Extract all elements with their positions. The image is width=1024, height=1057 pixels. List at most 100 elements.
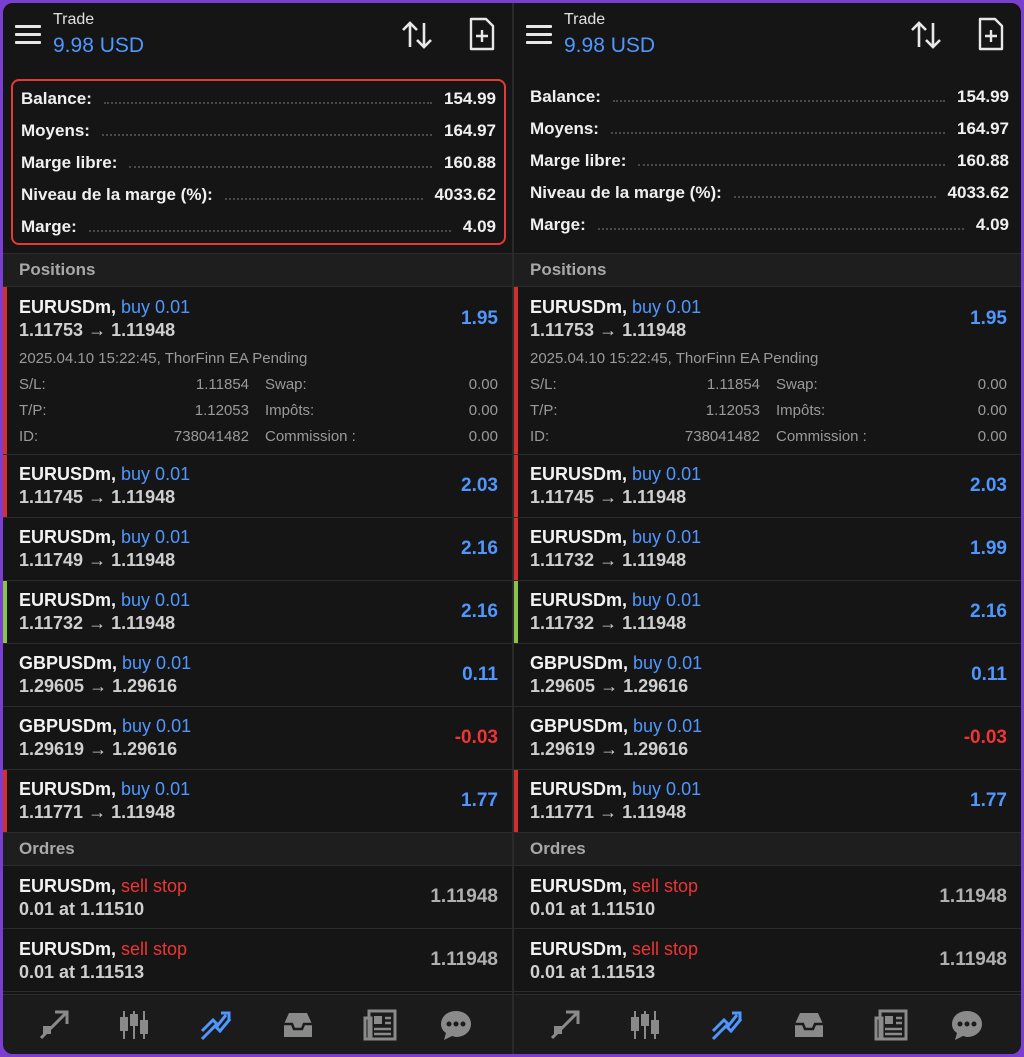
prices-label: 1.29619 → 1.29616: [530, 739, 689, 759]
symbol-label: EURUSDm,: [530, 590, 628, 610]
detail-value: 0.00: [468, 428, 498, 445]
position-row[interactable]: EURUSDm, buy 0.01 1.11732 → 1.11948 1.99: [514, 518, 1021, 581]
profit-value: 2.03: [461, 475, 498, 496]
profit-value: 2.16: [461, 538, 498, 559]
symbol-label: EURUSDm,: [19, 297, 117, 317]
detail-value: 738041482: [173, 428, 249, 445]
position-row[interactable]: EURUSDm, buy 0.01 1.11732 → 1.11948 2.16: [514, 581, 1021, 644]
inbox-icon[interactable]: [792, 1008, 826, 1042]
new-order-icon[interactable]: [468, 17, 496, 51]
order-row[interactable]: EURUSDm, sell stop 0.01 at 1.11510 1.11948: [514, 866, 1021, 929]
dotted-leader: [129, 166, 432, 168]
account-row: Niveau de la marge (%): 4033.62: [21, 179, 496, 211]
position-row[interactable]: EURUSDm, buy 0.01 1.11745 → 1.11948 2.03: [514, 455, 1021, 518]
symbol-label: EURUSDm,: [19, 527, 117, 547]
account-row: Balance: 154.99: [21, 83, 496, 115]
account-label: Moyens:: [21, 121, 90, 140]
account-label: Balance:: [21, 89, 92, 108]
chat-icon[interactable]: [439, 1008, 473, 1042]
chart-trend-icon[interactable]: [548, 1008, 582, 1042]
news-icon[interactable]: [874, 1008, 908, 1042]
order-price: 1.11948: [939, 949, 1007, 970]
account-summary: Balance: 154.99 Moyens: 164.97 Marge libre: 1…: [522, 79, 1017, 245]
detail-value: 1.11854: [706, 376, 760, 393]
position-row[interactable]: EURUSDm, buy 0.01 1.11771 → 1.11948 1.77: [3, 770, 512, 833]
account-value: 164.97: [444, 121, 496, 140]
order-row[interactable]: EURUSDm, sell stop 0.01 at 1.11513 1.11948: [514, 929, 1021, 992]
position-expanded[interactable]: EURUSDm, buy 0.01 1.11753 → 1.11948 1.95…: [3, 287, 512, 455]
side-label: buy 0.01: [632, 590, 702, 610]
prices-label: 1.11749 → 1.11948: [19, 550, 176, 570]
position-row[interactable]: EURUSDm, buy 0.01 1.11745 → 1.11948 2.03: [3, 455, 512, 518]
profit-value: -0.03: [963, 727, 1007, 748]
sort-icon[interactable]: [400, 19, 434, 51]
trade-icon[interactable]: [199, 1008, 233, 1042]
detail-key: Commission :: [265, 428, 356, 445]
account-label: Niveau de la marge (%):: [530, 183, 722, 202]
candlestick-icon[interactable]: [117, 1008, 151, 1042]
order-qty-label: 0.01 at 1.11510: [19, 899, 145, 919]
detail-value: 1.12053: [194, 402, 249, 419]
account-row: Marge libre: 160.88: [530, 145, 1009, 177]
position-row[interactable]: GBPUSDm, buy 0.01 1.29605 → 1.29616 0.11: [514, 644, 1021, 707]
position-row[interactable]: EURUSDm, buy 0.01 1.11771 → 1.11948 1.77: [514, 770, 1021, 833]
profit-value: 1.99: [970, 538, 1007, 559]
profit-value: 0.11: [462, 664, 498, 685]
position-expanded[interactable]: EURUSDm, buy 0.01 1.11753 → 1.11948 1.95…: [514, 287, 1021, 455]
position-marker: [514, 455, 518, 517]
dotted-leader: [610, 132, 945, 134]
symbol-label: GBPUSDm,: [530, 716, 629, 736]
profit-value: 1.95: [970, 308, 1007, 329]
menu-icon[interactable]: [526, 25, 552, 45]
account-label: Marge:: [21, 217, 77, 236]
candlestick-icon[interactable]: [628, 1008, 662, 1042]
position-row[interactable]: GBPUSDm, buy 0.01 1.29619 → 1.29616 -0.03: [3, 707, 512, 770]
chat-icon[interactable]: [950, 1008, 984, 1042]
sort-icon[interactable]: [909, 19, 943, 51]
position-marker: [3, 707, 7, 769]
order-price: 1.11948: [430, 949, 498, 970]
account-row: Marge: 4.09: [21, 211, 496, 243]
position-row[interactable]: EURUSDm, buy 0.01 1.11732 → 1.11948 2.16: [3, 581, 512, 644]
position-row[interactable]: EURUSDm, buy 0.01 1.11749 → 1.11948 2.16: [3, 518, 512, 581]
orders-header: Ordres: [514, 832, 1021, 866]
side-label: buy 0.01: [121, 527, 191, 547]
account-label: Marge:: [530, 215, 586, 234]
detail-key: Swap:: [776, 376, 818, 393]
news-icon[interactable]: [363, 1008, 397, 1042]
order-type-label: sell stop: [632, 939, 699, 959]
prices-label: 1.11753 → 1.11948: [19, 320, 176, 340]
account-row: Marge libre: 160.88: [21, 147, 496, 179]
account-value: 4033.62: [947, 183, 1009, 202]
order-type-label: sell stop: [632, 876, 699, 896]
detail-value: 0.00: [977, 376, 1007, 393]
bottom-nav: [514, 994, 1021, 1054]
trade-icon[interactable]: [710, 1008, 744, 1042]
account-label: Moyens:: [530, 119, 599, 138]
order-row[interactable]: EURUSDm, sell stop 0.01 at 1.11510 1.11948: [3, 866, 512, 929]
menu-icon[interactable]: [15, 25, 41, 45]
order-row[interactable]: EURUSDm, sell stop 0.01 at 1.11513 1.11948: [3, 929, 512, 992]
position-marker: [3, 581, 7, 643]
position-row[interactable]: GBPUSDm, buy 0.01 1.29619 → 1.29616 -0.03: [514, 707, 1021, 770]
chart-trend-icon[interactable]: [37, 1008, 71, 1042]
profit-value: -0.03: [454, 727, 498, 748]
side-label: buy 0.01: [122, 716, 192, 736]
top-bar: Trade 9.98 USD: [514, 3, 1021, 67]
position-row[interactable]: GBPUSDm, buy 0.01 1.29605 → 1.29616 0.11: [3, 644, 512, 707]
prices-label: 1.11732 → 1.11948: [530, 550, 687, 570]
prices-label: 1.29605 → 1.29616: [530, 676, 689, 696]
position-marker: [3, 455, 7, 517]
side-label: buy 0.01: [121, 590, 191, 610]
account-row: Balance: 154.99: [530, 81, 1009, 113]
inbox-icon[interactable]: [281, 1008, 315, 1042]
detail-value: 1.12053: [705, 402, 760, 419]
side-label: buy 0.01: [121, 779, 191, 799]
account-value: 4.09: [462, 217, 496, 236]
symbol-label: GBPUSDm,: [19, 716, 118, 736]
new-order-icon[interactable]: [977, 17, 1005, 51]
dotted-leader: [101, 134, 432, 136]
detail-key: Commission :: [776, 428, 867, 445]
account-summary: Balance: 154.99 Moyens: 164.97 Marge libre: 1…: [11, 79, 506, 245]
prices-label: 1.11753 → 1.11948: [530, 320, 687, 340]
